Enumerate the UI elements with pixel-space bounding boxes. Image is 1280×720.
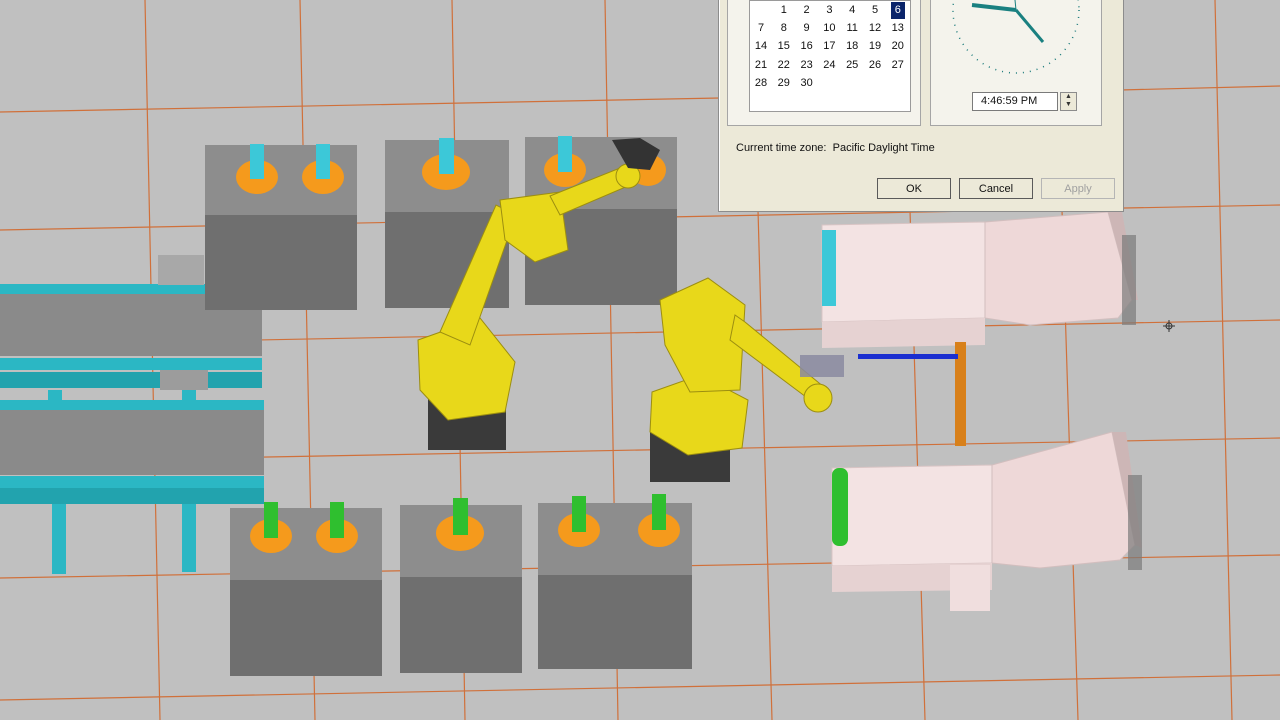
- spin-down-icon[interactable]: ▼: [1061, 101, 1076, 109]
- time-spinner[interactable]: ▲ ▼: [1060, 92, 1077, 111]
- calendar-day[interactable]: 17: [818, 38, 840, 55]
- timezone-label: Current time zone:: [736, 142, 827, 154]
- calendar-day[interactable]: 14: [750, 38, 772, 55]
- calendar-day[interactable]: 7: [750, 20, 772, 37]
- timezone-line: Current time zone: Pacific Daylight Time: [736, 142, 935, 154]
- calendar-day[interactable]: 10: [818, 20, 840, 37]
- spin-up-icon[interactable]: ▲: [1061, 93, 1076, 101]
- calendar-grid[interactable]: 1 2 3 4 5 6 7 8 9 10 11 12 13 14 15 16 17 18 19 20 21 22 23 24 2…: [749, 0, 911, 112]
- calendar-day[interactable]: 20: [887, 38, 909, 55]
- calendar-day[interactable]: 22: [773, 57, 795, 74]
- calendar-day[interactable]: 27: [887, 57, 909, 74]
- cancel-button[interactable]: Cancel: [959, 178, 1033, 199]
- clock-minute-hand: [1014, 9, 1045, 43]
- calendar-day[interactable]: 24: [818, 57, 840, 74]
- timezone-value: Pacific Daylight Time: [832, 142, 935, 154]
- calendar-day[interactable]: 26: [864, 57, 886, 74]
- calendar-day[interactable]: 29: [773, 75, 795, 92]
- calendar-day[interactable]: 8: [773, 20, 795, 37]
- calendar-day[interactable]: 6: [890, 2, 905, 19]
- calendar-day[interactable]: 16: [796, 38, 818, 55]
- calendar-day[interactable]: 4: [841, 2, 863, 19]
- calendar-day[interactable]: 1: [773, 2, 795, 19]
- calendar-day[interactable]: 5: [864, 2, 886, 19]
- calendar-day[interactable]: 9: [796, 20, 818, 37]
- pedestal-bottom-3: [538, 494, 692, 669]
- calendar-day[interactable]: 3: [818, 2, 840, 19]
- calendar-day[interactable]: 19: [864, 38, 886, 55]
- analog-clock: [952, 0, 1080, 74]
- apply-button[interactable]: Apply: [1041, 178, 1115, 199]
- clock-hour-hand: [971, 3, 1017, 12]
- calendar-day[interactable]: 30: [796, 75, 818, 92]
- calendar-day[interactable]: 11: [841, 20, 863, 37]
- pedestal-bottom-1: [230, 502, 382, 676]
- calendar-day[interactable]: 13: [887, 20, 909, 37]
- calendar-day[interactable]: 18: [841, 38, 863, 55]
- calendar-day[interactable]: 21: [750, 57, 772, 74]
- calendar-day[interactable]: 28: [750, 75, 772, 92]
- pedestal-top-1: [205, 144, 357, 310]
- pedestal-bottom-2: [400, 498, 522, 673]
- ok-button[interactable]: OK: [877, 178, 951, 199]
- calendar-day[interactable]: 12: [864, 20, 886, 37]
- calendar-day[interactable]: 15: [773, 38, 795, 55]
- calendar-day[interactable]: 25: [841, 57, 863, 74]
- calendar-day[interactable]: 23: [796, 57, 818, 74]
- time-input[interactable]: 4:46:59 PM: [972, 92, 1058, 111]
- calendar-day[interactable]: 2: [796, 2, 818, 19]
